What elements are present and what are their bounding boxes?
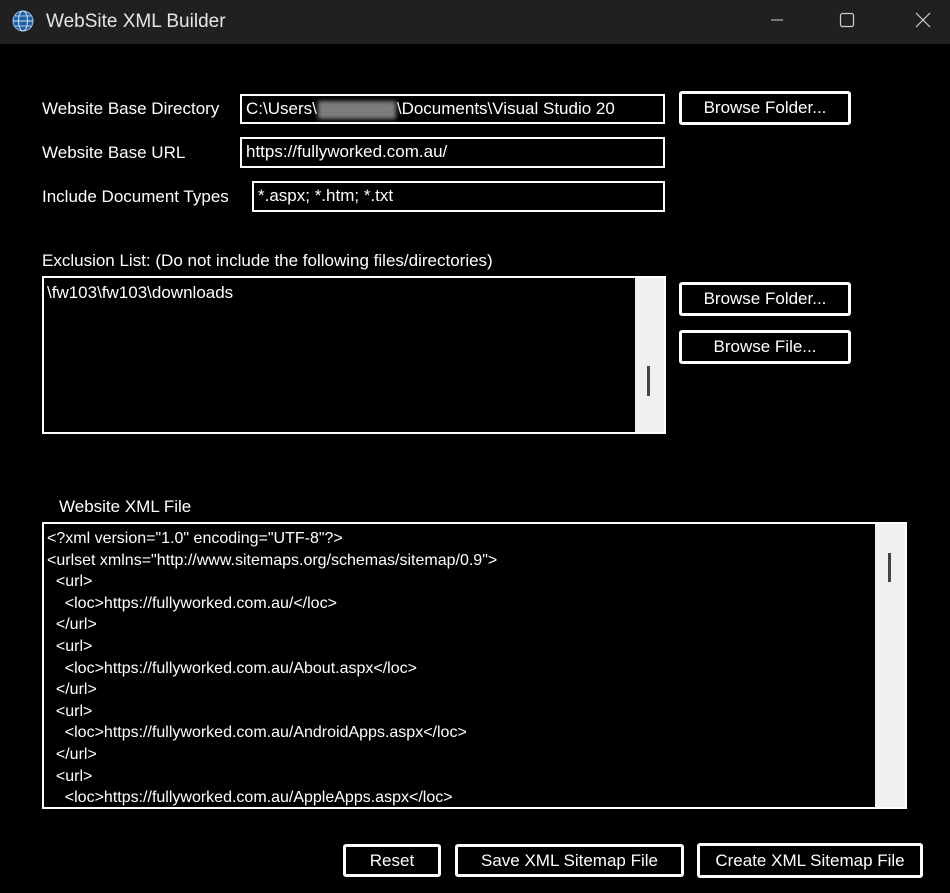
exclusion-list-textarea[interactable]: \fw103\fw103\downloads	[42, 276, 666, 434]
xml-line: <url>	[47, 702, 93, 720]
xml-output-text: <?xml version="1.0" encoding="UTF-8"?> <u…	[47, 528, 498, 807]
xml-line: <loc>https://fullyworked.com.au/About.as…	[47, 659, 417, 677]
window-title: WebSite XML Builder	[46, 11, 226, 32]
maximize-button[interactable]	[824, 0, 870, 44]
xml-line: </url>	[47, 616, 97, 634]
base-directory-input[interactable]: C:\Users\ \Documents\Visual Studio 20	[240, 94, 665, 124]
globe-icon	[12, 10, 34, 32]
minimize-icon	[770, 13, 784, 32]
minimize-button[interactable]	[754, 0, 800, 44]
xml-file-label: Website XML File	[59, 497, 192, 516]
save-sitemap-button[interactable]: Save XML Sitemap File	[455, 844, 684, 877]
xml-line: <url>	[47, 637, 93, 655]
xml-scrollbar[interactable]	[875, 524, 905, 807]
xml-line: <loc>https://fullyworked.com.au/AndroidA…	[47, 724, 467, 742]
xml-line: <url>	[47, 767, 93, 785]
exclusion-scrollbar[interactable]	[635, 278, 664, 432]
browse-base-folder-button[interactable]: Browse Folder...	[679, 91, 851, 125]
exclusion-scroll-thumb[interactable]	[647, 366, 650, 396]
browse-exclusion-file-button[interactable]: Browse File...	[679, 330, 851, 364]
xml-line: <loc>https://fullyworked.com.au/</loc>	[47, 594, 337, 612]
document-types-input[interactable]: *.aspx; *.htm; *.txt	[252, 181, 665, 212]
xml-line: </url>	[47, 681, 97, 699]
title-bar[interactable]: WebSite XML Builder	[0, 0, 950, 44]
xml-output-textarea[interactable]: <?xml version="1.0" encoding="UTF-8"?> <u…	[42, 522, 907, 809]
xml-scroll-thumb[interactable]	[888, 553, 891, 582]
xml-line: <?xml version="1.0" encoding="UTF-8"?>	[47, 530, 343, 547]
base-url-input[interactable]: https://fullyworked.com.au/	[240, 137, 665, 168]
base-directory-suffix: \Documents\Visual Studio 20	[396, 99, 615, 118]
document-types-label: Include Document Types	[42, 187, 229, 206]
create-sitemap-button[interactable]: Create XML Sitemap File	[697, 843, 923, 878]
reset-button[interactable]: Reset	[343, 844, 441, 877]
browse-exclusion-folder-button[interactable]: Browse Folder...	[679, 282, 851, 316]
maximize-icon	[839, 12, 855, 33]
base-directory-label: Website Base Directory	[42, 99, 220, 118]
xml-line: </url>	[47, 745, 97, 763]
xml-line: <urlset xmlns="http://www.sitemaps.org/s…	[47, 551, 498, 569]
exclusion-list-text: \fw103\fw103\downloads	[47, 283, 234, 302]
xml-line: <loc>https://fullyworked.com.au/AppleApp…	[47, 789, 453, 807]
redacted-username	[317, 100, 396, 119]
xml-line: <url>	[47, 573, 93, 591]
base-directory-prefix: C:\Users\	[246, 99, 317, 118]
base-url-label: Website Base URL	[42, 143, 186, 162]
close-icon	[915, 12, 931, 33]
close-button[interactable]	[900, 0, 946, 44]
main-window: WebSite XML Builder Website Base Directo…	[0, 0, 950, 893]
exclusion-list-label: Exclusion List: (Do not include the foll…	[42, 251, 493, 270]
